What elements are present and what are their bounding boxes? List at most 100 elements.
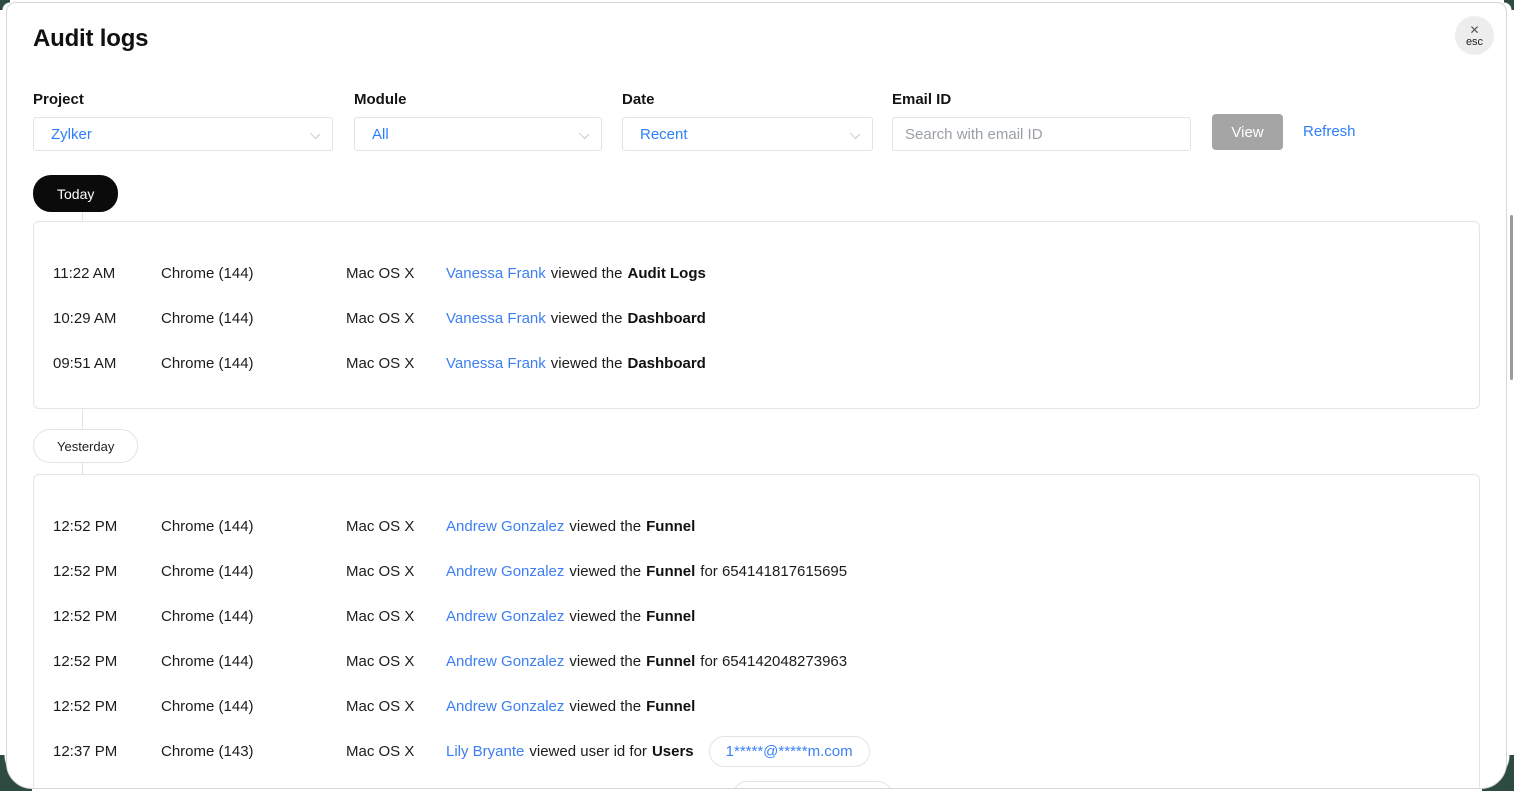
- log-time: 11:22 AM: [53, 265, 161, 282]
- log-browser: Chrome (144): [161, 563, 346, 580]
- log-suffix: for 654142048273963: [700, 653, 847, 670]
- log-message: Vanessa Frank viewed the Audit Logs: [446, 265, 1479, 282]
- log-action-text: viewed user id for: [529, 743, 647, 760]
- log-row: 10:29 AM Chrome (144) Mac OS X Vanessa F…: [34, 296, 1479, 341]
- masked-email-badge[interactable]: 1*****@*****m.com: [732, 781, 893, 789]
- log-os: Mac OS X: [346, 698, 446, 715]
- log-target: Funnel: [646, 563, 695, 580]
- user-link[interactable]: Andrew Gonzalez: [446, 653, 564, 670]
- date-filter: Date Recent: [622, 91, 873, 151]
- date-filter-label: Date: [622, 91, 873, 108]
- log-row: 11:22 AM Chrome (144) Mac OS X Vanessa F…: [34, 251, 1479, 296]
- log-action-text: viewed the: [551, 310, 623, 327]
- log-row: 12:52 PM Chrome (144) Mac OS X Andrew Go…: [34, 504, 1479, 549]
- log-target: Funnel: [646, 698, 695, 715]
- log-browser: Chrome (144): [161, 355, 346, 372]
- log-rows: 11:22 AM Chrome (144) Mac OS X Vanessa F…: [34, 251, 1479, 386]
- log-row: 12:37 PM Chrome (143) Mac OS X Lily Brya…: [34, 729, 1479, 774]
- log-browser: Chrome (144): [161, 698, 346, 715]
- log-time: 12:07 PM: [53, 788, 161, 789]
- masked-email-badge[interactable]: 1*****@*****m.com: [709, 736, 870, 767]
- log-card: 12:52 PM Chrome (144) Mac OS X Andrew Go…: [33, 474, 1480, 789]
- log-time: 12:52 PM: [53, 563, 161, 580]
- user-link[interactable]: Andrew Gonzalez: [446, 563, 564, 580]
- module-select-value: All: [372, 126, 389, 143]
- log-browser: Chrome (143): [161, 743, 346, 760]
- log-rows: 12:52 PM Chrome (144) Mac OS X Andrew Go…: [34, 504, 1479, 789]
- user-link[interactable]: Andrew Gonzalez: [446, 698, 564, 715]
- chevron-down-icon: [580, 130, 588, 138]
- log-target: Funnel: [646, 518, 695, 535]
- log-browser: Chrome (144): [161, 265, 346, 282]
- log-row: 12:52 PM Chrome (144) Mac OS X Andrew Go…: [34, 639, 1479, 684]
- chevron-down-icon: [311, 130, 319, 138]
- project-filter: Project Zylker: [33, 91, 333, 151]
- page-title: Audit logs: [33, 25, 148, 53]
- refresh-link[interactable]: Refresh: [1303, 123, 1356, 140]
- log-time: 12:52 PM: [53, 608, 161, 625]
- user-link[interactable]: Andrew Gonzalez: [446, 608, 564, 625]
- log-browser: Chrome (144): [161, 310, 346, 327]
- view-button[interactable]: View: [1212, 114, 1283, 150]
- user-link[interactable]: Lily Bryante: [446, 743, 524, 760]
- user-link[interactable]: Vanessa Frank: [446, 355, 546, 372]
- log-action-text: viewed the: [569, 563, 641, 580]
- log-os: Mac OS X: [346, 743, 446, 760]
- log-browser: Chrome (143): [161, 788, 346, 789]
- email-search-input[interactable]: [892, 117, 1191, 151]
- project-select[interactable]: Zylker: [33, 117, 333, 151]
- log-message: Lily Bryante viewed the details for User…: [446, 781, 1479, 789]
- log-row: 12:52 PM Chrome (144) Mac OS X Andrew Go…: [34, 684, 1479, 729]
- log-os: Mac OS X: [346, 608, 446, 625]
- log-os: Mac OS X: [346, 653, 446, 670]
- module-filter-label: Module: [354, 91, 602, 108]
- user-link[interactable]: Andrew Gonzalez: [446, 518, 564, 535]
- email-filter-label: Email ID: [892, 91, 1191, 108]
- log-group: Today 11:22 AM Chrome (144) Mac OS X Van…: [33, 175, 1480, 409]
- log-time: 12:52 PM: [53, 698, 161, 715]
- log-time: 09:51 AM: [53, 355, 161, 372]
- date-select[interactable]: Recent: [622, 117, 873, 151]
- log-target: Funnel: [646, 608, 695, 625]
- log-action-text: viewed the: [551, 265, 623, 282]
- user-link[interactable]: Lily Bryante: [446, 788, 524, 789]
- user-link[interactable]: Vanessa Frank: [446, 310, 546, 327]
- log-time: 10:29 AM: [53, 310, 161, 327]
- log-action-text: viewed the details for: [529, 788, 670, 789]
- log-card: 11:22 AM Chrome (144) Mac OS X Vanessa F…: [33, 221, 1480, 409]
- day-pill-label: Yesterday: [57, 439, 114, 454]
- module-select[interactable]: All: [354, 117, 602, 151]
- filter-bar: Project Zylker Module All Date Recent Em…: [33, 91, 1480, 151]
- vertical-scrollbar[interactable]: [1510, 215, 1513, 380]
- log-row: 12:07 PM Chrome (143) Mac OS X Lily Brya…: [34, 774, 1479, 789]
- log-action-text: viewed the: [569, 698, 641, 715]
- log-action-text: viewed the: [569, 608, 641, 625]
- day-pill[interactable]: Yesterday: [33, 429, 138, 463]
- date-select-value: Recent: [640, 126, 688, 143]
- log-action-text: viewed the: [569, 518, 641, 535]
- log-os: Mac OS X: [346, 563, 446, 580]
- log-time: 12:37 PM: [53, 743, 161, 760]
- log-group: Yesterday 12:52 PM Chrome (144) Mac OS X…: [33, 429, 1480, 789]
- log-message: Vanessa Frank viewed the Dashboard: [446, 310, 1479, 327]
- project-filter-label: Project: [33, 91, 333, 108]
- log-os: Mac OS X: [346, 788, 446, 789]
- log-browser: Chrome (144): [161, 608, 346, 625]
- log-message: Andrew Gonzalez viewed the Funnel: [446, 518, 1479, 535]
- project-select-value: Zylker: [51, 126, 92, 143]
- log-os: Mac OS X: [346, 355, 446, 372]
- day-pill-label: Today: [57, 186, 94, 202]
- log-os: Mac OS X: [346, 265, 446, 282]
- esc-label: esc: [1466, 37, 1483, 48]
- log-message: Lily Bryante viewed user id for Users 1*…: [446, 736, 1479, 767]
- log-row: 12:52 PM Chrome (144) Mac OS X Andrew Go…: [34, 549, 1479, 594]
- chevron-down-icon: [851, 130, 859, 138]
- log-browser: Chrome (144): [161, 653, 346, 670]
- user-link[interactable]: Vanessa Frank: [446, 265, 546, 282]
- log-message: Andrew Gonzalez viewed the Funnel for 65…: [446, 653, 1479, 670]
- modal-close-button[interactable]: ✕ esc: [1455, 16, 1494, 55]
- day-pill[interactable]: Today: [33, 175, 118, 212]
- log-message: Andrew Gonzalez viewed the Funnel for 65…: [446, 563, 1479, 580]
- log-time: 12:52 PM: [53, 518, 161, 535]
- log-action-text: viewed the: [551, 355, 623, 372]
